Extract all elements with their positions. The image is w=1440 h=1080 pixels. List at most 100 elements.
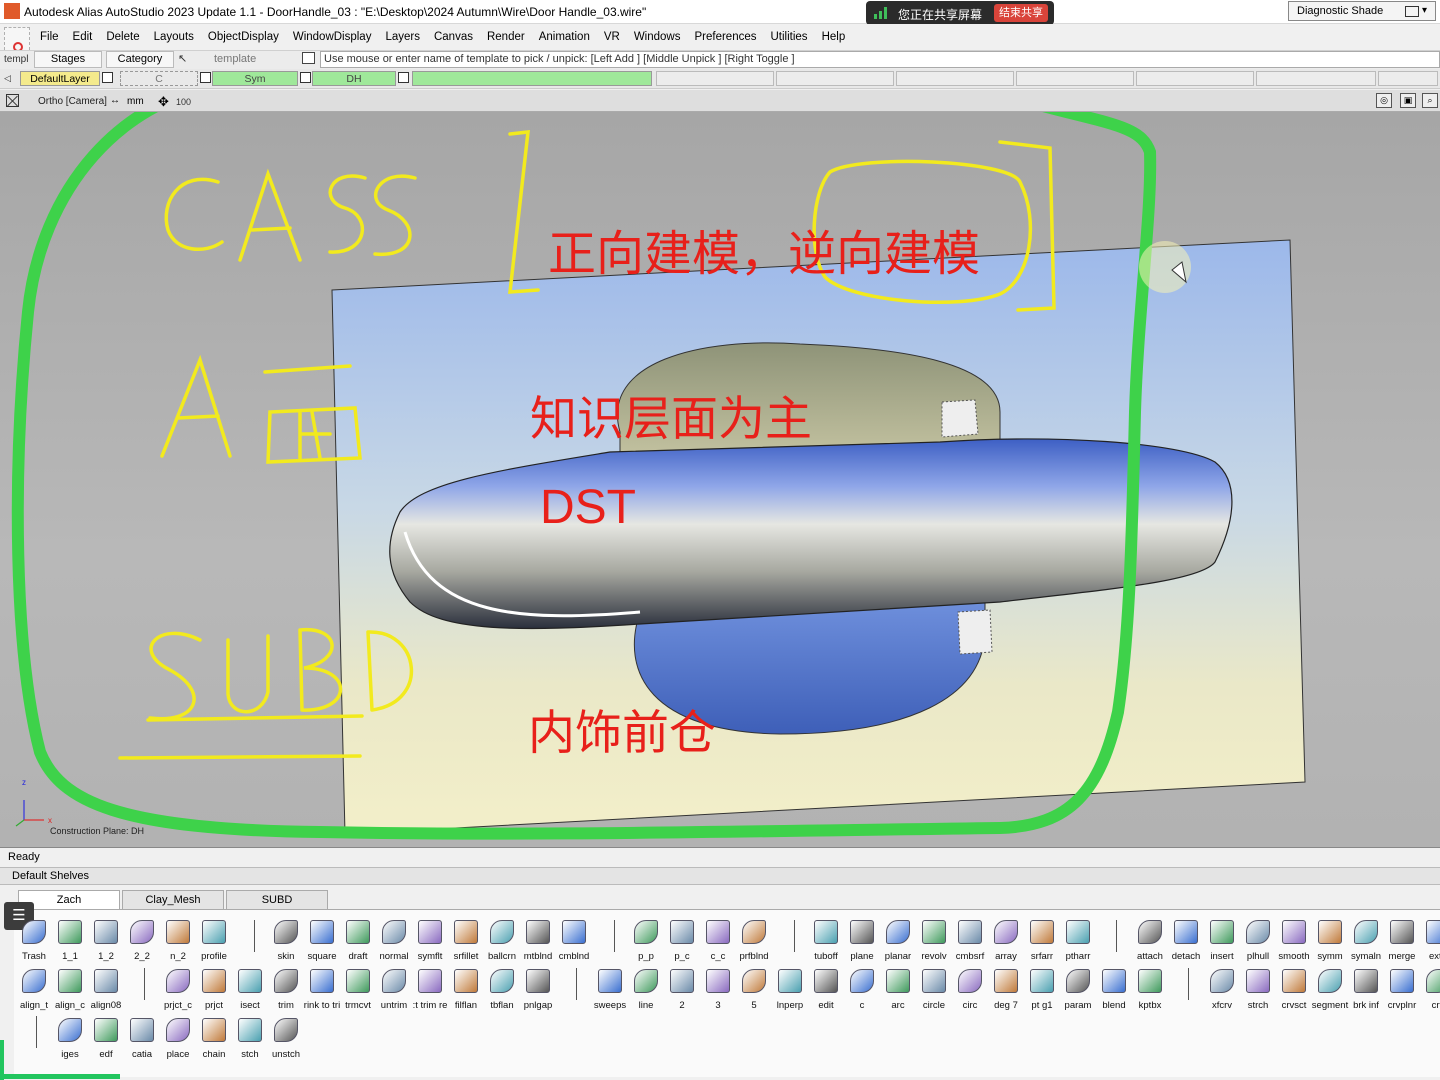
tool-label: cmblnd	[558, 951, 590, 962]
tool-icon	[166, 1018, 190, 1042]
maximize-icon[interactable]: ▣	[1400, 93, 1416, 108]
tool-icon	[202, 920, 226, 944]
layer-checkbox[interactable]	[398, 72, 409, 83]
tool-icon	[994, 920, 1018, 944]
tab-clay-mesh[interactable]: Clay_Mesh	[122, 890, 224, 909]
menu-animation[interactable]: Animation	[539, 31, 590, 43]
layer-c[interactable]: C	[120, 71, 198, 86]
viewport-unit: mm	[127, 96, 144, 107]
tool-label: crv	[1431, 1000, 1440, 1011]
chevron-down-icon: ▾	[1422, 5, 1428, 16]
shelf-tool-prfblnd[interactable]: prfblnd	[736, 916, 772, 964]
tool-icon	[526, 920, 550, 944]
shelf-tool-cmblnd[interactable]: cmblnd	[556, 916, 592, 964]
shelf-tool-exte[interactable]: exte	[1420, 916, 1440, 964]
prompt-line[interactable]: Use mouse or enter name of template to p…	[320, 51, 1440, 68]
template-input[interactable]: template	[196, 51, 294, 68]
list-icon	[1405, 6, 1419, 17]
layer-sym[interactable]: Sym	[212, 71, 298, 86]
menu-preferences[interactable]: Preferences	[694, 31, 756, 43]
tool-icon	[454, 969, 478, 993]
shelf-tool-unstch[interactable]: unstch	[268, 1014, 304, 1062]
tool-icon	[1030, 920, 1054, 944]
layer-empty[interactable]	[1016, 71, 1134, 86]
tool-icon	[382, 969, 406, 993]
viewport-canvas[interactable]: z x Construction Plane: DH 正向建模，逆向建模 知识层…	[0, 112, 1440, 848]
menu-canvas[interactable]: Canvas	[434, 31, 473, 43]
menu-objectdisplay[interactable]: ObjectDisplay	[208, 31, 279, 43]
shelf-tool-profile[interactable]: profile	[196, 916, 232, 964]
shelf-tool-ptharr[interactable]: ptharr	[1060, 916, 1096, 964]
layer-dh[interactable]: DH	[312, 71, 396, 86]
shade-mode-select[interactable]: Diagnostic Shade ▾	[1288, 1, 1436, 21]
menu-file[interactable]: File	[40, 31, 59, 43]
tool-icon	[1102, 969, 1126, 993]
menu-render[interactable]: Render	[487, 31, 525, 43]
annotation-stroke	[0, 1074, 120, 1079]
tool-icon	[94, 1018, 118, 1042]
tool-icon	[1390, 969, 1414, 993]
tool-icon	[958, 969, 982, 993]
layer-empty[interactable]	[656, 71, 774, 86]
shelf-tool-crv[interactable]: crv	[1420, 965, 1440, 1013]
shelf-separator	[1188, 968, 1189, 1000]
layer-empty[interactable]	[776, 71, 894, 86]
menu-vr[interactable]: VR	[604, 31, 620, 43]
menu-windowdisplay[interactable]: WindowDisplay	[293, 31, 372, 43]
tool-icon	[634, 969, 658, 993]
pan-icon[interactable]: ✥	[158, 94, 169, 110]
layer-scroll-left-icon[interactable]: ◁	[4, 73, 11, 84]
tool-icon	[22, 969, 46, 993]
tab-subd[interactable]: SUBD	[226, 890, 328, 909]
tool-icon	[526, 969, 550, 993]
layer-empty[interactable]	[1256, 71, 1376, 86]
tool-icon	[598, 969, 622, 993]
tool-icon	[634, 920, 658, 944]
tool-icon	[1066, 969, 1090, 993]
tool-icon	[1318, 920, 1342, 944]
layer-checkbox[interactable]	[300, 72, 311, 83]
shelf-tool-kptbx[interactable]: kptbx	[1132, 965, 1168, 1013]
layer-checkbox[interactable]	[102, 72, 113, 83]
axis-gizmo-icon	[15, 800, 44, 827]
layer-empty[interactable]	[896, 71, 1014, 86]
tool-icon	[58, 1018, 82, 1042]
layer-unnamed[interactable]	[412, 71, 652, 86]
prompt-history-icon[interactable]	[302, 52, 315, 64]
tool-icon	[994, 969, 1018, 993]
menu-edit[interactable]: Edit	[73, 31, 93, 43]
tool-label: unstch	[272, 1049, 300, 1060]
annotation-forward-reverse: 正向建模，逆向建模	[548, 226, 981, 282]
tool-label: prfblnd	[739, 951, 769, 962]
close-icon[interactable]	[6, 94, 19, 107]
stop-sharing-button[interactable]: 结束共享	[994, 4, 1048, 22]
shelf-tool-pnlgap[interactable]: pnlgap	[520, 965, 556, 1013]
annotation-knowledge: 知识层面为主	[530, 392, 812, 447]
templ-label: templ	[4, 54, 29, 65]
menu-utilities[interactable]: Utilities	[771, 31, 808, 43]
layer-checkbox[interactable]	[200, 72, 211, 83]
menu-help[interactable]: Help	[822, 31, 846, 43]
tool-icon	[130, 1018, 154, 1042]
tool-icon	[274, 969, 298, 993]
zoom-icon[interactable]: ⌕	[1422, 93, 1438, 108]
tool-label: ptharr	[1065, 951, 1091, 962]
shelf-tool-align08[interactable]: align08	[88, 965, 124, 1013]
signal-bars-icon	[874, 7, 888, 19]
tool-icon	[58, 969, 82, 993]
category-button[interactable]: Category	[106, 51, 174, 68]
layer-default[interactable]: DefaultLayer	[20, 71, 100, 86]
layer-empty[interactable]	[1136, 71, 1254, 86]
stages-button[interactable]: Stages	[34, 51, 102, 68]
tool-icon	[58, 920, 82, 944]
menu-windows[interactable]: Windows	[634, 31, 681, 43]
menu-layers[interactable]: Layers	[385, 31, 420, 43]
menu-layouts[interactable]: Layouts	[154, 31, 194, 43]
layer-empty[interactable]	[1378, 71, 1438, 86]
tool-icon	[850, 920, 874, 944]
menu-delete[interactable]: Delete	[106, 31, 139, 43]
screen-share-indicator: 您正在共享屏幕 结束共享	[866, 1, 1054, 25]
camera-icon[interactable]: ◎	[1376, 93, 1392, 108]
tool-icon	[670, 969, 694, 993]
pick-cursor-icon[interactable]: ↖	[178, 52, 187, 65]
